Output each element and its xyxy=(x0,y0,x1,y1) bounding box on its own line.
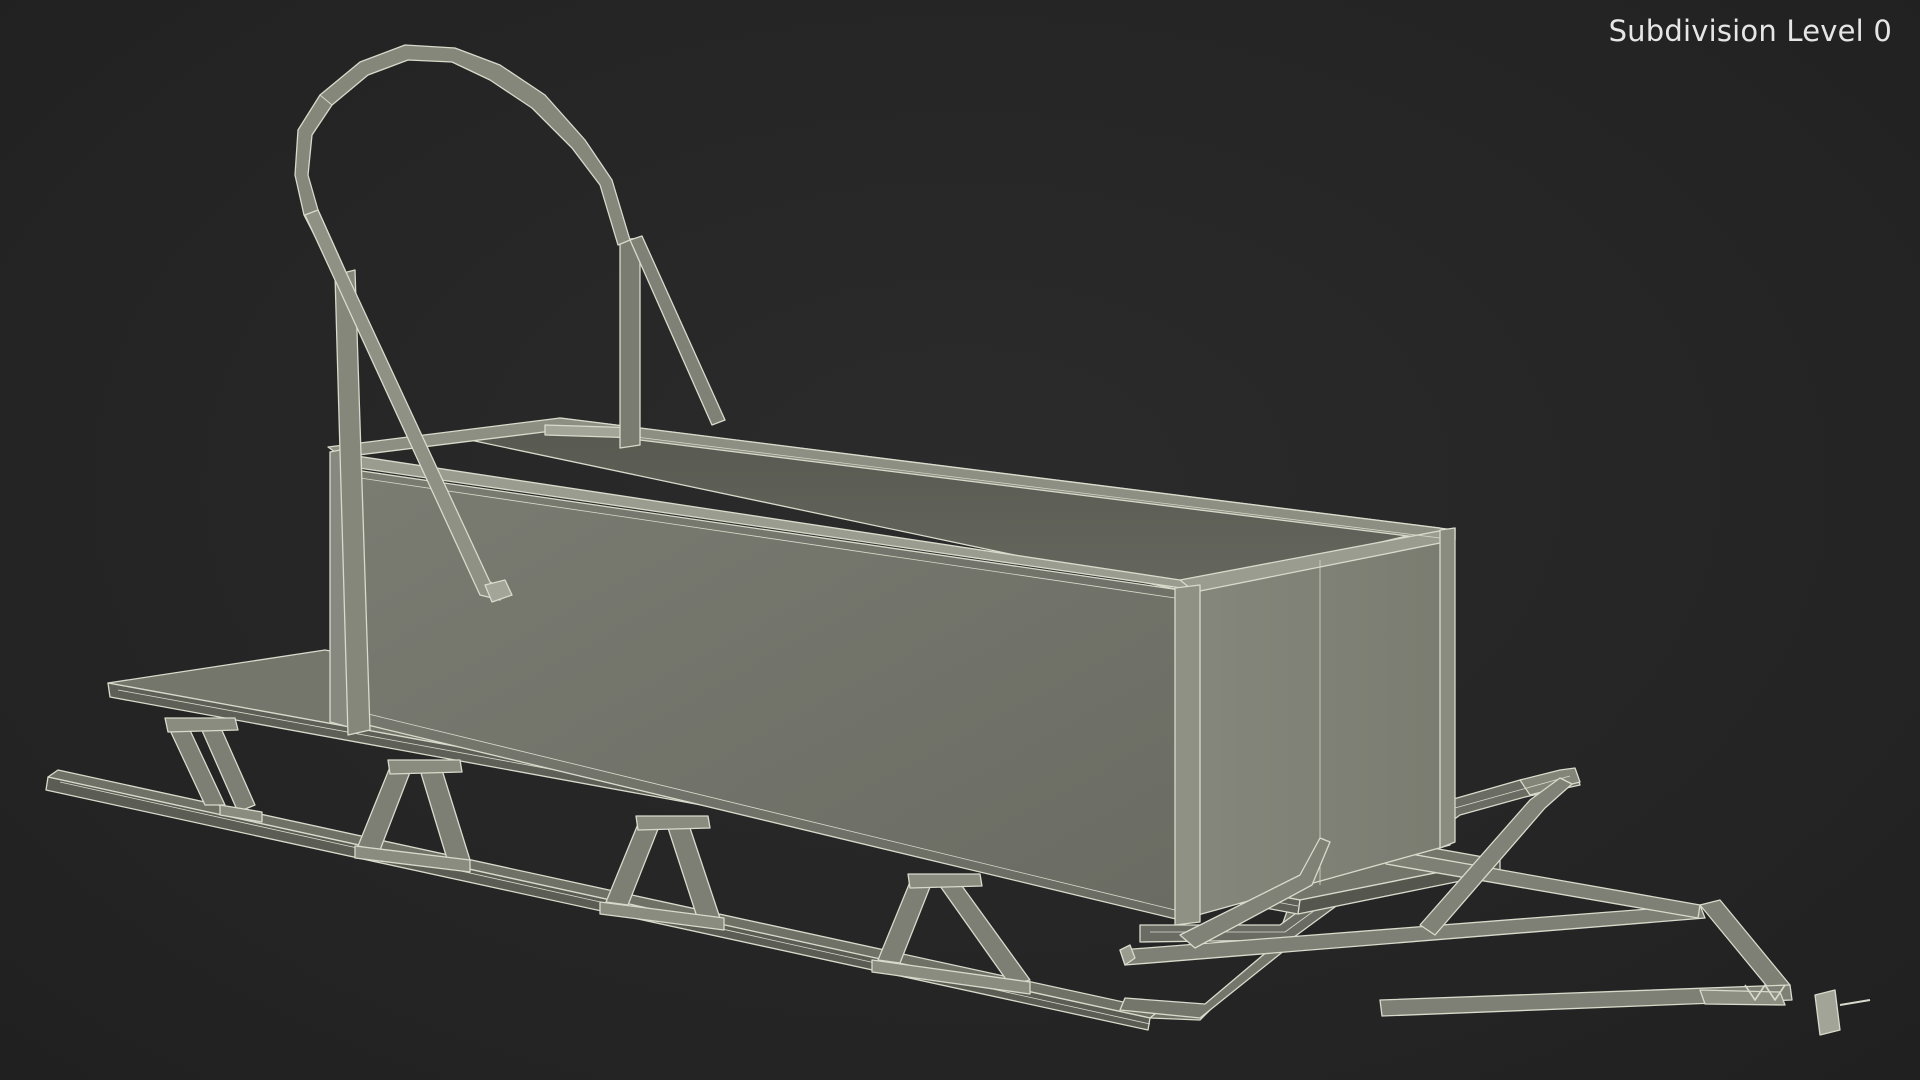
sled-geometry xyxy=(45,44,1871,1036)
cargo-box xyxy=(327,417,1456,926)
stanchion-3 xyxy=(599,815,725,931)
3d-viewport[interactable]: Subdivision Level 0 xyxy=(0,0,1920,1080)
stanchion-2 xyxy=(354,759,471,873)
stanchion-4 xyxy=(871,873,1031,995)
sled-wireframe-model xyxy=(45,44,1871,1036)
